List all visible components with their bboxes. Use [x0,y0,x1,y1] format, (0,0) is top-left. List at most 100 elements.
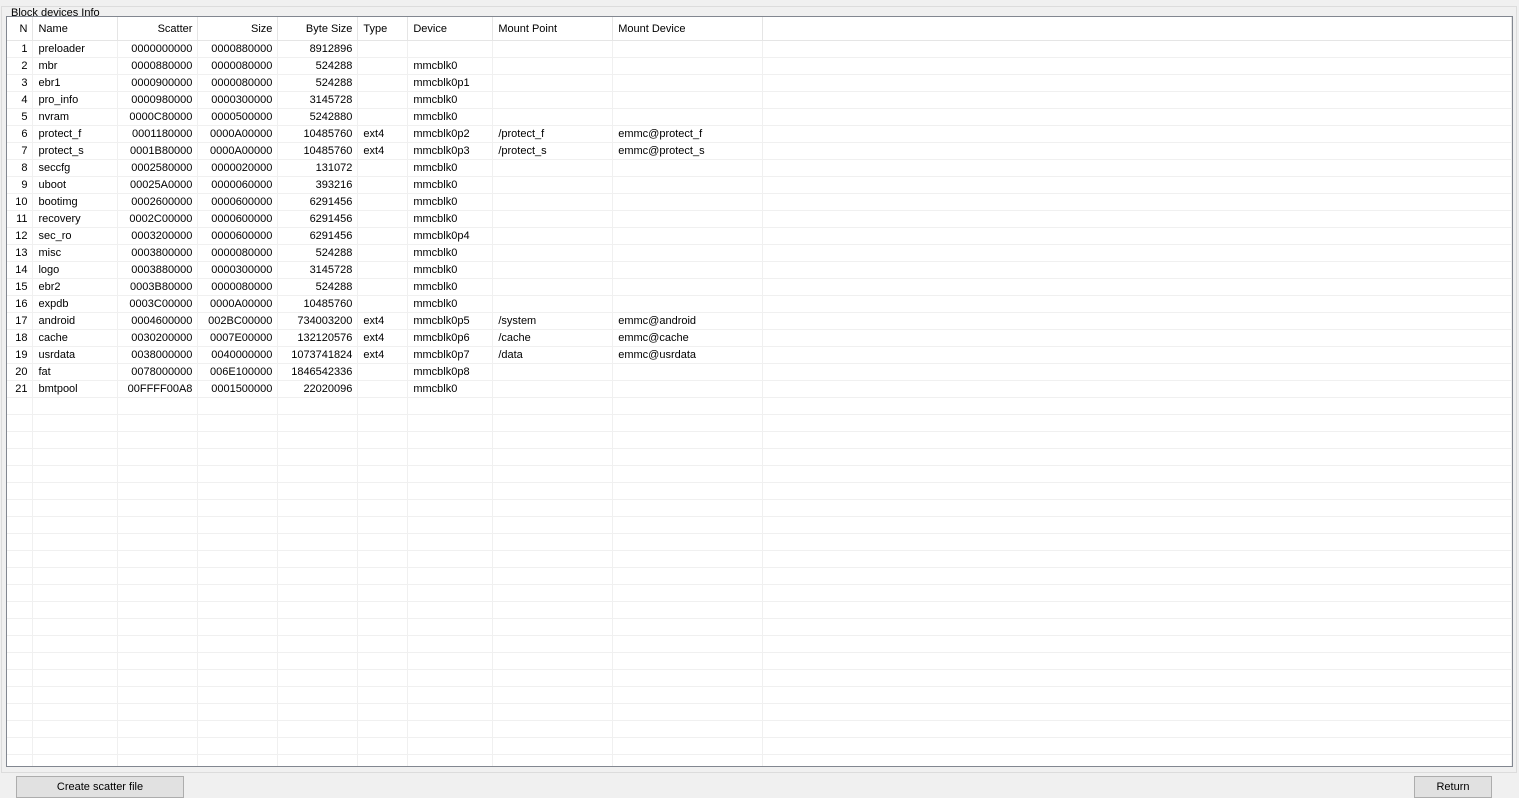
table-row[interactable]: 18 cache 0030200000 0007E00000 132120576 ext4… [7,329,1512,347]
table-row[interactable]: 9 uboot 00025A0000 0000060000 393216 mmcblk0 [7,176,1512,194]
block-devices-list[interactable]: N Name Scatter Size Byte Size Type Devic… [6,16,1513,767]
empty-cell [612,754,764,766]
cell-byte-size: 524288 [277,244,359,262]
cell-type [357,74,409,92]
table-row[interactable]: 7 protect_s 0001B80000 0000A00000 10485760 ex… [7,142,1512,160]
cell-n: 1 [7,40,34,58]
table-row[interactable]: 10 bootimg 0002600000 0000600000 6291456 mmcb… [7,193,1512,211]
empty-row [7,533,1512,551]
empty-cell [32,686,119,704]
empty-cell [7,601,34,619]
empty-cell [407,533,494,551]
cell-type [357,278,409,296]
empty-cell [492,601,614,619]
block-devices-table: N Name Scatter Size Byte Size Type Devic… [7,17,1512,766]
cell-size: 0000080000 [197,244,279,262]
column-header-n[interactable]: N [7,17,34,41]
table-row[interactable]: 14 logo 0003880000 0000300000 3145728 mmcblk0 [7,261,1512,279]
column-header-mount-point[interactable]: Mount Point [492,17,614,41]
table-row[interactable]: 16 expdb 0003C00000 0000A00000 10485760 mmcbl… [7,295,1512,313]
table-row[interactable]: 17 android 0004600000 002BC00000 734003200 ex… [7,312,1512,330]
return-button[interactable]: Return [1414,776,1492,798]
cell-mount-point [492,278,614,296]
cell-size: 006E100000 [197,363,279,381]
empty-cell [492,414,614,432]
cell-device: mmcblk0 [407,91,494,109]
empty-cell [357,567,409,585]
cell-mount-device [612,108,764,126]
table-row[interactable]: 15 ebr2 0003B80000 0000080000 524288 mmcblk0 [7,278,1512,296]
cell-byte-size: 8912896 [277,40,359,58]
cell-scatter: 0078000000 [117,363,199,381]
empty-cell [32,516,119,534]
empty-cell [117,601,199,619]
cell-name: protect_s [32,142,119,160]
cell-name: android [32,312,119,330]
table-row[interactable]: 1 preloader 0000000000 0000880000 8912896 [7,40,1512,58]
empty-cell [197,584,279,602]
column-header-byte-size[interactable]: Byte Size [277,17,359,41]
column-header-size[interactable]: Size [197,17,279,41]
table-row[interactable]: 19 usrdata 0038000000 0040000000 1073741824 e… [7,346,1512,364]
cell-type [357,227,409,245]
empty-cell [407,635,494,653]
table-row[interactable]: 6 protect_f 0001180000 0000A00000 10485760 ex… [7,125,1512,143]
cell-mount-point [492,57,614,75]
cell-scatter: 0002C00000 [117,210,199,228]
column-header-name[interactable]: Name [32,17,119,41]
cell-device: mmcblk0 [407,193,494,211]
column-header-type[interactable]: Type [357,17,409,41]
empty-row [7,482,1512,500]
empty-cell [7,703,34,721]
empty-cell [612,618,764,636]
table-row[interactable]: 3 ebr1 0000900000 0000080000 524288 mmcblk0p1 [7,74,1512,92]
table-row[interactable]: 4 pro_info 0000980000 0000300000 3145728 mmcb… [7,91,1512,109]
create-scatter-file-button[interactable]: Create scatter file [16,776,184,798]
empty-cell [277,686,359,704]
empty-cell [7,686,34,704]
cell-scatter: 0003C00000 [117,295,199,313]
empty-cell [407,686,494,704]
empty-cell [407,669,494,687]
empty-cell [357,635,409,653]
table-row[interactable]: 8 seccfg 0002580000 0000020000 131072 mmcblk0 [7,159,1512,177]
cell-name: ebr1 [32,74,119,92]
empty-cell [612,686,764,704]
empty-cell [197,601,279,619]
cell-type [357,261,409,279]
empty-cell [762,414,1512,432]
empty-cell [492,533,614,551]
cell-scatter: 0030200000 [117,329,199,347]
cell-scatter: 0001180000 [117,125,199,143]
cell-n: 4 [7,91,34,109]
empty-cell [357,669,409,687]
table-row[interactable]: 13 misc 0003800000 0000080000 524288 mmcblk0 [7,244,1512,262]
cell-mount-point: /cache [492,329,614,347]
table-row[interactable]: 5 nvram 0000C80000 0000500000 5242880 mmcblk0 [7,108,1512,126]
cell-mount-device [612,295,764,313]
table-row[interactable]: 21 bmtpool 00FFFF00A8 0001500000 22020096 mmc… [7,380,1512,398]
empty-cell [277,516,359,534]
column-header-device[interactable]: Device [407,17,494,41]
table-row[interactable]: 11 recovery 0002C00000 0000600000 6291456 mmc… [7,210,1512,228]
empty-row [7,516,1512,534]
cell-filler [762,295,1512,313]
cell-byte-size: 393216 [277,176,359,194]
cell-scatter: 0003B80000 [117,278,199,296]
cell-filler [762,142,1512,160]
empty-cell [407,550,494,568]
cell-mount-device: emmc@protect_s [612,142,764,160]
empty-cell [32,618,119,636]
column-header-mount-device[interactable]: Mount Device [612,17,764,41]
table-row[interactable]: 2 mbr 0000880000 0000080000 524288 mmcblk0 [7,57,1512,75]
empty-row [7,414,1512,432]
empty-cell [407,618,494,636]
empty-cell [612,601,764,619]
empty-cell [407,448,494,466]
table-row[interactable]: 12 sec_ro 0003200000 0000600000 6291456 mmcbl… [7,227,1512,245]
empty-cell [492,431,614,449]
empty-row [7,652,1512,670]
empty-row [7,669,1512,687]
column-header-scatter[interactable]: Scatter [117,17,199,41]
table-row[interactable]: 20 fat 0078000000 006E100000 1846542336 mmcbl… [7,363,1512,381]
